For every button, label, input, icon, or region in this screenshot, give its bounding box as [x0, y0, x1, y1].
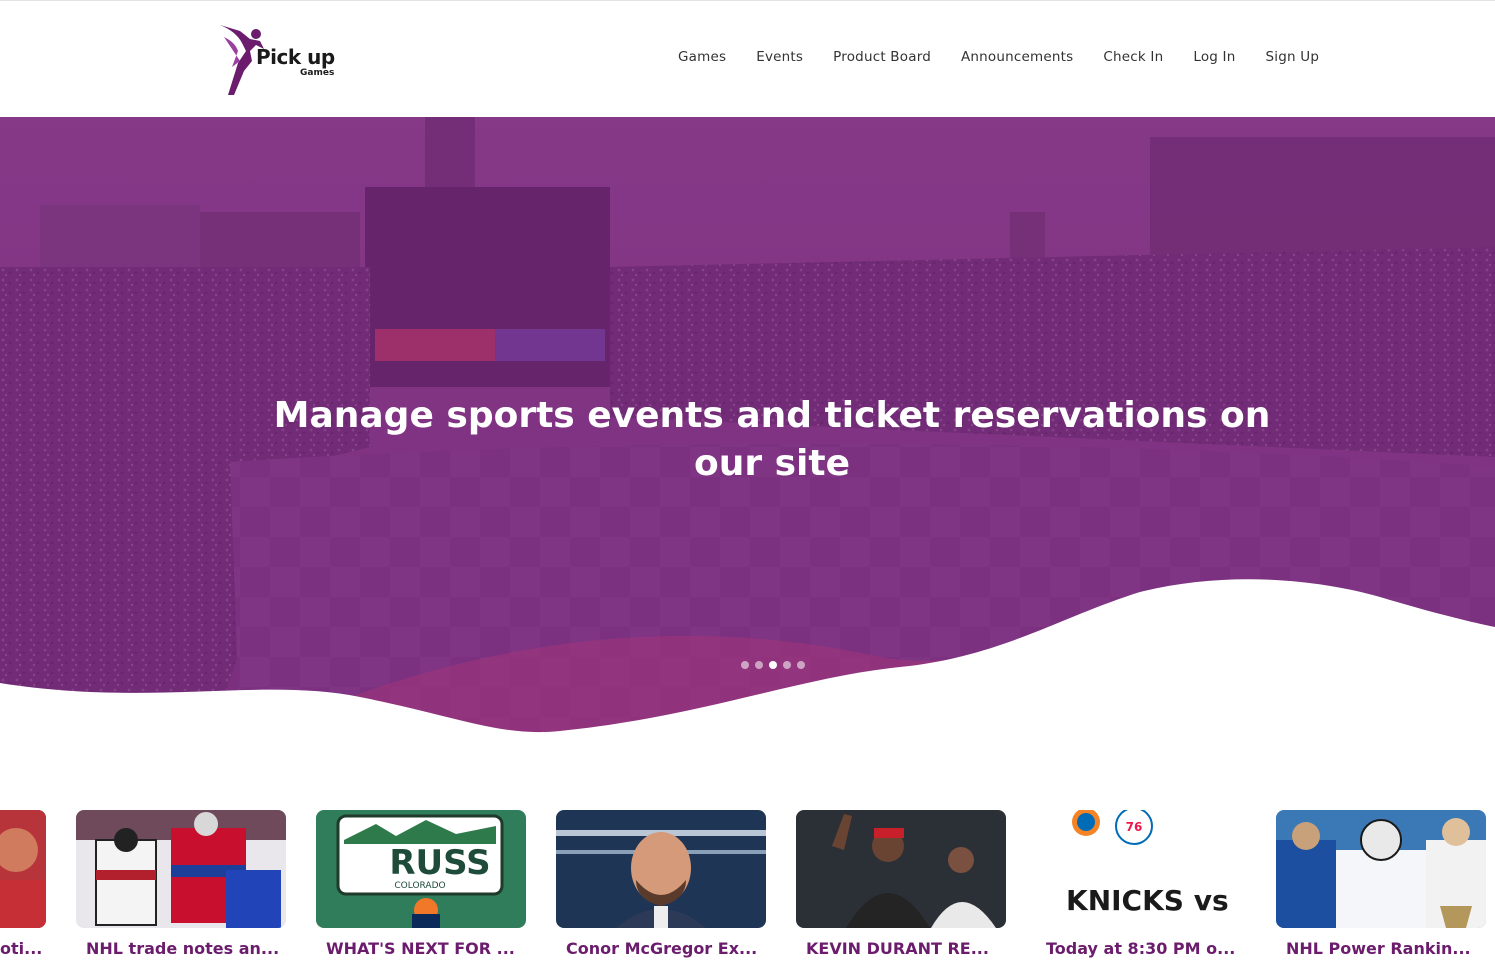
news-title[interactable]: Today at 8:30 PM o...	[1036, 939, 1246, 958]
news-thumbnail[interactable]	[1276, 810, 1486, 928]
basketball-players-image	[796, 810, 1006, 928]
main-nav: Games Events Product Board Announcements…	[678, 49, 1319, 65]
news-thumbnail[interactable]	[556, 810, 766, 928]
news-thumbnail[interactable]: RUSS COLORADO	[316, 810, 526, 928]
carousel-dot-5[interactable]	[797, 661, 805, 669]
news-title[interactable]: oti...	[0, 939, 46, 958]
news-card[interactable]: RUSS COLORADO WHAT'S NEXT FOR ...	[316, 810, 526, 958]
news-title[interactable]: NHL trade notes an...	[76, 939, 286, 958]
nav-announcements[interactable]: Announcements	[961, 49, 1073, 65]
hero-banner: Manage sports events and ticket reservat…	[0, 117, 1495, 737]
nav-games[interactable]: Games	[678, 49, 726, 65]
news-title[interactable]: NHL Power Rankin...	[1276, 939, 1486, 958]
news-title[interactable]: WHAT'S NEXT FOR ...	[316, 939, 526, 958]
license-plate-image: RUSS COLORADO	[316, 810, 526, 928]
news-title[interactable]: Conor McGregor Ex...	[556, 939, 766, 958]
news-thumbnail[interactable]	[76, 810, 286, 928]
news-card[interactable]: Conor McGregor Ex...	[556, 810, 766, 958]
nav-events[interactable]: Events	[756, 49, 803, 65]
svg-text:76: 76	[1126, 820, 1143, 834]
site-header: Pick up Games Games Events Product Board…	[0, 0, 1495, 117]
fighter-portrait-image	[556, 810, 766, 928]
news-card[interactable]: NHL Power Rankin...	[1276, 810, 1486, 958]
hockey-game-image	[76, 810, 286, 928]
news-carousel: oti... NHL trade notes an... RUSS COLORA…	[0, 810, 1495, 971]
carousel-dot-3[interactable]	[769, 661, 777, 669]
news-card[interactable]: 76 KNICKS vs Today at 8:30 PM o...	[1036, 810, 1246, 958]
nav-sign-up[interactable]: Sign Up	[1266, 49, 1320, 65]
news-card[interactable]: KEVIN DURANT RE...	[796, 810, 1006, 958]
hero-title: Manage sports events and ticket reservat…	[273, 395, 1271, 484]
plate-text: RUSS	[389, 843, 490, 883]
news-title[interactable]: KEVIN DURANT RE...	[796, 939, 1006, 958]
matchup-text: KNICKS vs	[1066, 884, 1229, 917]
nav-check-in[interactable]: Check In	[1103, 49, 1163, 65]
carousel-dot-4[interactable]	[783, 661, 791, 669]
news-card[interactable]: oti...	[0, 810, 46, 958]
logo-subtext: Games	[300, 68, 335, 78]
news-thumbnail[interactable]	[796, 810, 1006, 928]
site-logo[interactable]: Pick up Games	[216, 23, 346, 99]
carousel-dot-2[interactable]	[755, 661, 763, 669]
news-thumbnail[interactable]: 76 KNICKS vs	[1036, 810, 1246, 928]
logo-text: Pick up	[256, 45, 335, 69]
nav-product-board[interactable]: Product Board	[833, 49, 931, 65]
plate-state-text: COLORADO	[394, 881, 445, 891]
hockey-players-image	[1276, 810, 1486, 928]
soccer-player-image	[0, 810, 46, 928]
news-thumbnail[interactable]	[0, 810, 46, 928]
news-card[interactable]: NHL trade notes an...	[76, 810, 286, 958]
carousel-dots	[741, 661, 805, 669]
carousel-dot-1[interactable]	[741, 661, 749, 669]
nav-log-in[interactable]: Log In	[1193, 49, 1235, 65]
knicks-vs-76ers-image: 76 KNICKS vs	[1036, 810, 1246, 928]
